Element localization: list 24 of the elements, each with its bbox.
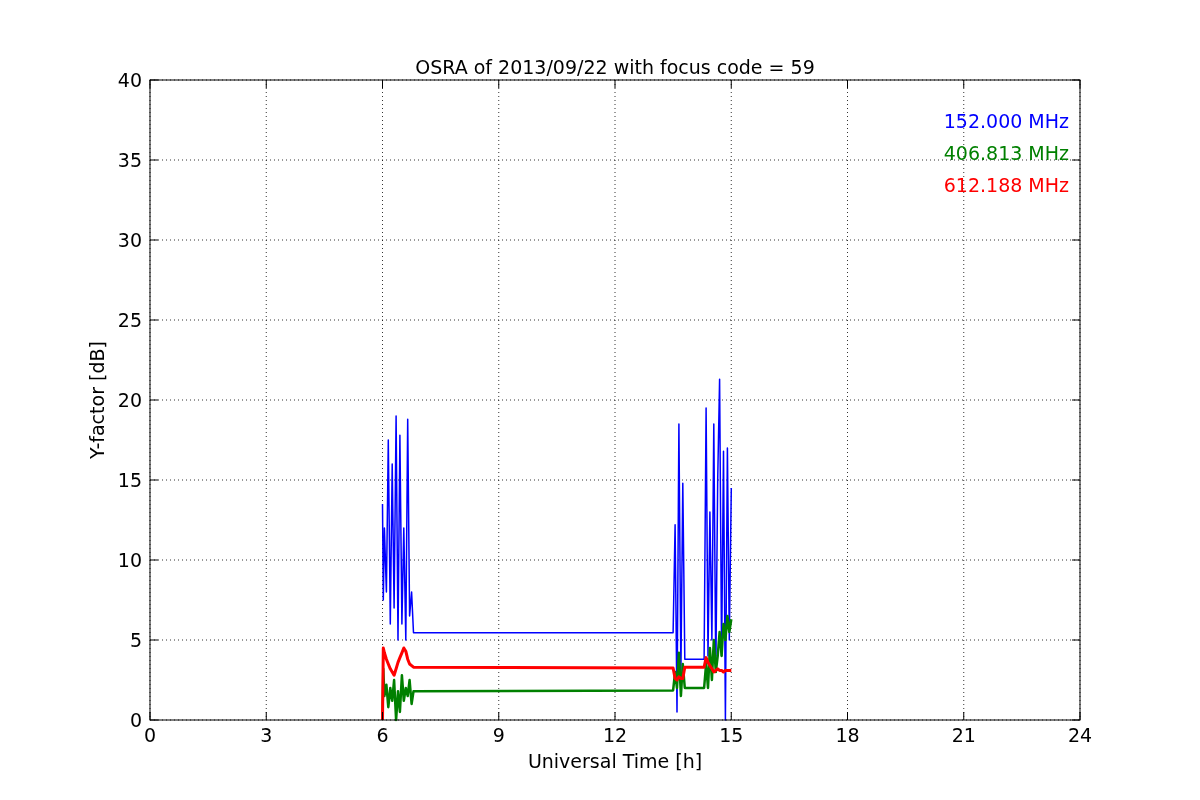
- y-tick-label: 25: [117, 309, 142, 331]
- x-axis-label: Universal Time [h]: [527, 750, 703, 772]
- legend-label: 406.813 MHz: [943, 142, 1069, 164]
- y-tick-label: 35: [117, 149, 142, 171]
- x-tick-label: 15: [719, 724, 744, 746]
- y-tick-label: 10: [117, 549, 142, 571]
- x-tick-label: 0: [143, 724, 157, 746]
- y-tick-label: 15: [117, 469, 142, 491]
- y-tick-label: 40: [117, 69, 142, 91]
- y-tick-label: 5: [129, 629, 142, 651]
- y-tick-label: 20: [117, 389, 142, 411]
- y-tick-label: 0: [129, 709, 142, 731]
- y-tick-label: 30: [117, 229, 142, 251]
- legend-label: 612.188 MHz: [943, 174, 1069, 196]
- x-tick-label: 24: [1067, 724, 1093, 746]
- x-tick-label: 3: [260, 724, 273, 746]
- x-tick-label: 12: [602, 724, 628, 746]
- legend-label: 152.000 MHz: [943, 110, 1069, 132]
- x-tick-label: 21: [951, 724, 976, 746]
- x-tick-label: 18: [835, 724, 860, 746]
- x-tick-label: 9: [492, 724, 505, 746]
- x-tick-label: 6: [376, 724, 389, 746]
- y-axis-label: Y-factor [dB]: [86, 341, 108, 459]
- chart-title: OSRA of 2013/09/22 with focus code = 59: [415, 56, 815, 78]
